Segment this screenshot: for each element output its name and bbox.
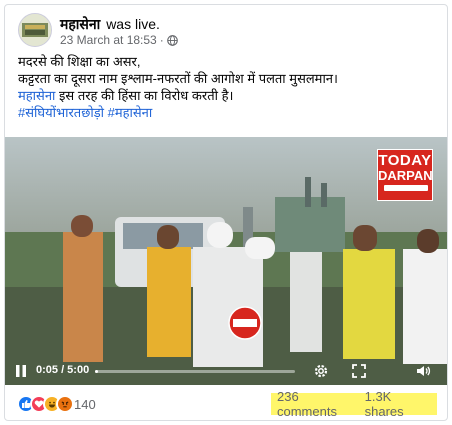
- page-avatar[interactable]: [18, 13, 52, 47]
- post-text-line: मदरसे की शिक्षा का असर,: [18, 54, 141, 69]
- channel-logo-line2: DARPAN: [378, 168, 433, 183]
- post-meta: 23 March at 18:53 ·: [60, 33, 178, 47]
- channel-logo: TODAY DARPAN: [377, 149, 433, 201]
- post-text-fragment: इस तरह की हिंसा का विरोध करती है।: [55, 88, 234, 103]
- volume-icon[interactable]: [415, 363, 431, 379]
- reaction-icons[interactable]: [17, 395, 74, 413]
- channel-logo-line1: TODAY: [378, 152, 432, 169]
- meta-separator: ·: [159, 33, 164, 47]
- fullscreen-icon[interactable]: [351, 363, 367, 379]
- angry-icon: [56, 395, 74, 413]
- shares-count[interactable]: 1.3K shares: [365, 389, 431, 419]
- post-card: महासेना was live. 23 March at 18:53 · मद…: [4, 4, 448, 421]
- post-title: महासेना was live.: [60, 15, 160, 34]
- post-message: मदरसे की शिक्षा का असर, कट्टरता का दूसरा…: [18, 53, 438, 121]
- reaction-count[interactable]: 140: [74, 397, 96, 412]
- comments-count[interactable]: 236 comments: [277, 389, 359, 419]
- live-status: was live.: [106, 16, 160, 32]
- settings-icon[interactable]: [313, 363, 329, 379]
- post-header: महासेना was live. 23 March at 18:53 ·: [18, 13, 438, 47]
- post-footer: 140 236 comments 1.3K shares: [17, 389, 437, 419]
- video-player[interactable]: TODAY DARPAN 0:05 / 5:00: [5, 137, 447, 385]
- post-date[interactable]: 23 March at 18:53: [60, 33, 157, 47]
- post-text-line: कट्टरता का दूसरा नाम इश्लाम-नफरतों की आग…: [18, 71, 338, 86]
- video-time: 0:05 / 5:00: [36, 364, 90, 376]
- globe-icon[interactable]: [166, 34, 178, 46]
- page-mention-link[interactable]: महासेना: [18, 88, 55, 103]
- hashtags-link[interactable]: #संघियोंभारतछोड़ो #महासेना: [18, 104, 438, 121]
- engagement-stats: 236 comments 1.3K shares: [271, 389, 437, 419]
- page-name-link[interactable]: महासेना: [60, 16, 100, 32]
- pause-icon[interactable]: [15, 364, 27, 378]
- progress-fill: [95, 370, 99, 373]
- progress-bar[interactable]: [95, 370, 295, 373]
- post-text-line: महासेना इस तरह की हिंसा का विरोध करती है…: [18, 87, 438, 104]
- video-controls: 0:05 / 5:00: [5, 357, 447, 385]
- channel-logo-tagline: [384, 185, 428, 191]
